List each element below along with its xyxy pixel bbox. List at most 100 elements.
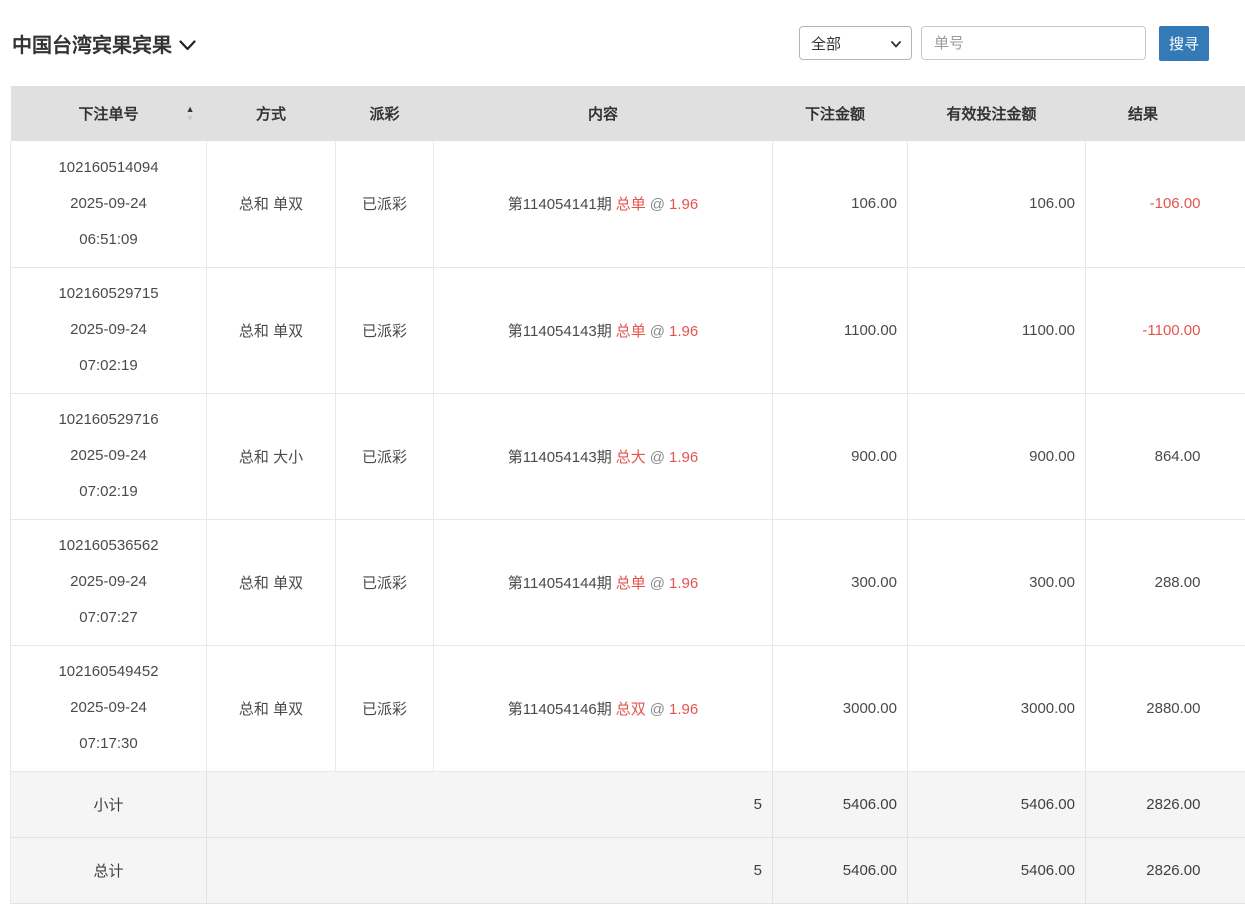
- result-cell: 288.00: [1085, 519, 1245, 646]
- column-header-payout: 派彩: [335, 86, 434, 141]
- table-row: 102160549452 2025-09-24 07:17:30 总和 单双 已…: [10, 645, 1245, 772]
- valid-amount-cell: 106.00: [907, 141, 1086, 268]
- method-cell: 总和 单双: [206, 267, 336, 394]
- bet-amount-cell: 1100.00: [772, 267, 908, 394]
- issue-number: 第114054141期: [507, 196, 612, 214]
- payout-status-cell: 已派彩: [335, 393, 434, 520]
- bet-order-cell: 102160536562 2025-09-24 07:07:27: [10, 519, 207, 646]
- valid-amount-cell: 1100.00: [907, 267, 1086, 394]
- subtotal-valid-amount: 5406.00: [907, 771, 1086, 838]
- bet-time: 07:02:19: [79, 357, 138, 374]
- bet-amount-cell: 300.00: [772, 519, 908, 646]
- subtotal-label: 小计: [10, 771, 207, 838]
- column-header-order-no[interactable]: 下注单号 ▲ ▼: [10, 86, 207, 141]
- table-row: 102160514094 2025-09-24 06:51:09 总和 单双 已…: [10, 141, 1245, 268]
- total-label: 总计: [10, 837, 207, 904]
- bet-records-table: 下注单号 ▲ ▼ 方式 派彩 内容 下注金额 有效投注金额 结果 1021605…: [10, 86, 1245, 904]
- issue-number: 第114054146期: [507, 700, 612, 718]
- subtotal-result: 2826.00: [1085, 771, 1245, 838]
- column-header-method: 方式: [206, 86, 336, 141]
- bet-date: 2025-09-24: [70, 573, 147, 590]
- page-title: 中国台湾宾果宾果: [12, 34, 172, 57]
- content-cell: 第114054143期 总大 @1.96: [433, 393, 773, 520]
- game-title-dropdown[interactable]: 中国台湾宾果宾果: [12, 29, 196, 58]
- bet-time: 07:02:19: [79, 483, 138, 500]
- bet-order-cell: 102160549452 2025-09-24 07:17:30: [10, 645, 207, 772]
- subtotal-count: 5: [206, 771, 773, 838]
- bet-amount-cell: 106.00: [772, 141, 908, 268]
- order-number: 102160536562: [58, 537, 159, 554]
- bet-date: 2025-09-24: [70, 699, 147, 716]
- order-number-input[interactable]: [920, 26, 1146, 60]
- table-header-row: 下注单号 ▲ ▼ 方式 派彩 内容 下注金额 有效投注金额 结果: [10, 86, 1245, 141]
- order-number: 102160529716: [58, 411, 159, 428]
- bet-order-cell: 102160514094 2025-09-24 06:51:09: [10, 141, 207, 268]
- content-cell: 第114054146期 总双 @1.96: [433, 645, 773, 772]
- result-cell: 2880.00: [1085, 645, 1245, 772]
- valid-amount-cell: 300.00: [907, 519, 1086, 646]
- result-cell: -106.00: [1085, 141, 1245, 268]
- sort-desc-icon: ▼: [185, 112, 195, 123]
- method-cell: 总和 单双: [206, 519, 336, 646]
- bet-option: 总双: [615, 700, 646, 718]
- odds-value: 1.96: [669, 448, 699, 466]
- payout-status-cell: 已派彩: [335, 267, 434, 394]
- bet-order-cell: 102160529716 2025-09-24 07:02:19: [10, 393, 207, 520]
- column-header-content: 内容: [433, 86, 773, 141]
- bet-time: 07:17:30: [79, 735, 138, 752]
- content-cell: 第114054144期 总单 @1.96: [433, 519, 773, 646]
- at-sign: @: [649, 196, 665, 214]
- order-number: 102160529715: [58, 285, 159, 302]
- total-row: 总计 5 5406.00 5406.00 2826.00: [10, 837, 1245, 904]
- odds-value: 1.96: [669, 574, 699, 592]
- content-cell: 第114054141期 总单 @1.96: [433, 141, 773, 268]
- bet-option: 总单: [615, 322, 646, 340]
- bet-date: 2025-09-24: [70, 321, 147, 338]
- search-button[interactable]: 搜寻: [1158, 25, 1209, 61]
- content-cell: 第114054143期 总单 @1.96: [433, 267, 773, 394]
- bet-option: 总单: [615, 574, 646, 592]
- table-row: 102160529715 2025-09-24 07:02:19 总和 单双 已…: [10, 267, 1245, 394]
- odds-value: 1.96: [669, 196, 699, 214]
- bet-order-cell: 102160529715 2025-09-24 07:02:19: [10, 267, 207, 394]
- column-header-result: 结果: [1085, 86, 1245, 141]
- subtotal-bet-amount: 5406.00: [772, 771, 908, 838]
- table-row: 102160536562 2025-09-24 07:07:27 总和 单双 已…: [10, 519, 1245, 646]
- issue-number: 第114054143期: [507, 448, 612, 466]
- method-cell: 总和 单双: [206, 141, 336, 268]
- odds-value: 1.96: [669, 322, 699, 340]
- total-valid-amount: 5406.00: [907, 837, 1086, 904]
- bet-date: 2025-09-24: [70, 194, 147, 212]
- table-row: 102160529716 2025-09-24 07:02:19 总和 大小 已…: [10, 393, 1245, 520]
- status-filter-value: 全部: [810, 35, 841, 53]
- bet-amount-cell: 900.00: [772, 393, 908, 520]
- status-filter-select[interactable]: 全部: [798, 26, 912, 60]
- column-header-valid-amount: 有效投注金额: [907, 86, 1086, 141]
- bet-amount-cell: 3000.00: [772, 645, 908, 772]
- bet-time: 06:51:09: [79, 230, 138, 248]
- payout-status-cell: 已派彩: [335, 645, 434, 772]
- subtotal-row: 小计 5 5406.00 5406.00 2826.00: [10, 771, 1245, 838]
- total-count: 5: [206, 837, 773, 904]
- search-controls: 全部 搜寻: [798, 25, 1209, 61]
- at-sign: @: [649, 448, 665, 466]
- at-sign: @: [649, 574, 665, 592]
- total-result: 2826.00: [1085, 837, 1245, 904]
- issue-number: 第114054144期: [507, 574, 612, 592]
- odds-value: 1.96: [669, 700, 699, 718]
- result-cell: 864.00: [1085, 393, 1245, 520]
- method-cell: 总和 单双: [206, 645, 336, 772]
- at-sign: @: [649, 700, 665, 718]
- total-bet-amount: 5406.00: [772, 837, 908, 904]
- sort-control[interactable]: ▲ ▼: [185, 104, 195, 123]
- chevron-down-icon: [179, 39, 196, 51]
- top-bar: 中国台湾宾果宾果 全部 搜寻: [0, 0, 1245, 86]
- result-cell: -1100.00: [1085, 267, 1245, 394]
- at-sign: @: [649, 322, 665, 340]
- column-header-bet-amount: 下注金额: [772, 86, 908, 141]
- bet-option: 总单: [615, 196, 646, 214]
- bet-date: 2025-09-24: [70, 447, 147, 464]
- payout-status-cell: 已派彩: [335, 141, 434, 268]
- bet-time: 07:07:27: [79, 609, 138, 626]
- select-chevron-icon: [891, 35, 901, 52]
